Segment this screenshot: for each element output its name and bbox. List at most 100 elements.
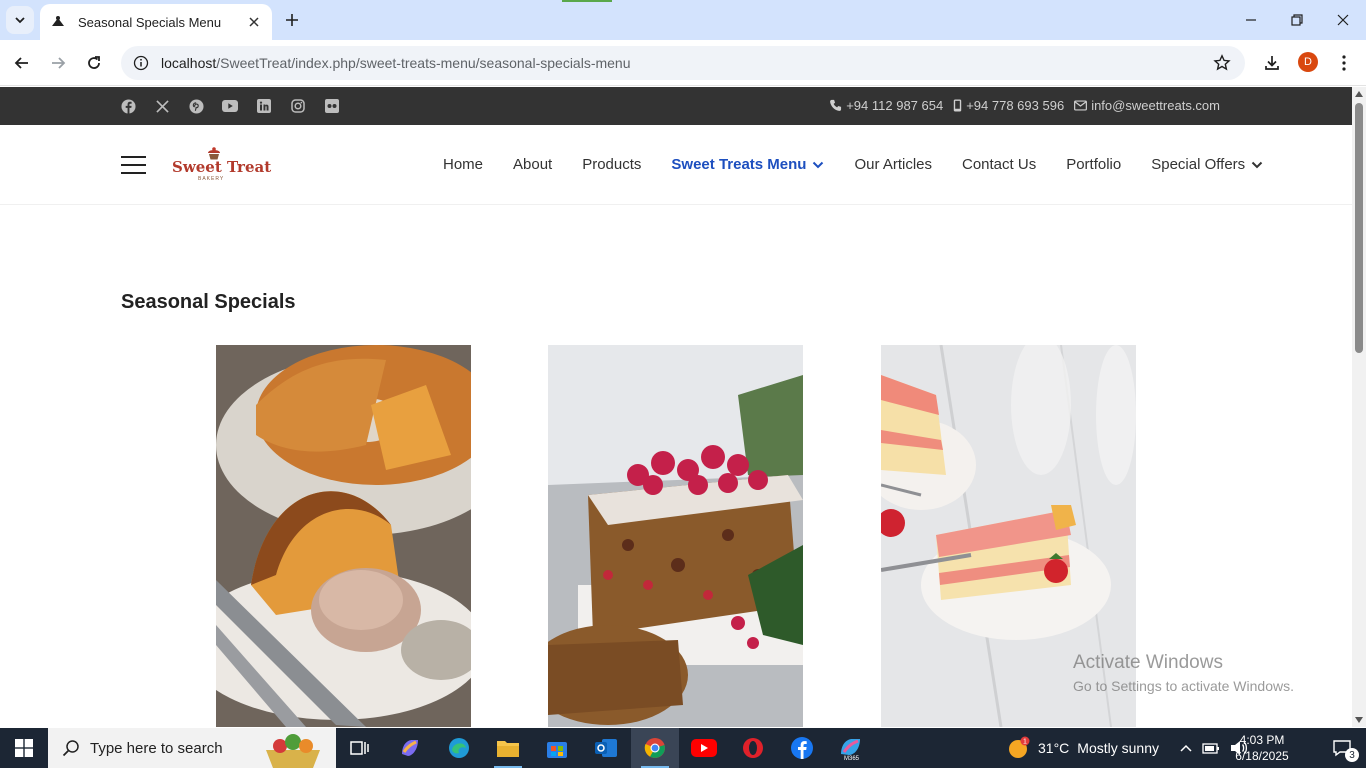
social-links bbox=[120, 98, 340, 114]
scroll-up-arrow-icon[interactable] bbox=[1355, 91, 1363, 97]
mobile-contact[interactable]: +94 778 693 596 bbox=[953, 98, 1064, 113]
reload-button[interactable] bbox=[80, 49, 108, 77]
mobile-number: +94 778 693 596 bbox=[966, 98, 1065, 113]
special-card-pumpkin-cake[interactable] bbox=[216, 345, 471, 727]
flickr-icon[interactable] bbox=[324, 98, 340, 114]
pinterest-icon[interactable] bbox=[188, 98, 204, 114]
minimize-button[interactable] bbox=[1228, 0, 1274, 40]
nav-menu-label: Sweet Treats Menu bbox=[671, 156, 807, 173]
envelope-icon bbox=[1074, 100, 1088, 111]
file-explorer-taskbar-button[interactable] bbox=[484, 728, 532, 768]
start-button[interactable] bbox=[0, 728, 48, 768]
store-taskbar-button[interactable] bbox=[533, 728, 581, 768]
mobile-icon bbox=[954, 99, 962, 112]
notification-center-button[interactable]: 3 bbox=[1318, 728, 1366, 768]
nav-portfolio-label: Portfolio bbox=[1066, 156, 1122, 173]
linkedin-icon[interactable] bbox=[256, 98, 272, 114]
address-bar[interactable]: localhost/SweetTreat/index.php/sweet-tre… bbox=[121, 46, 1245, 80]
page-scrollbar[interactable] bbox=[1352, 87, 1366, 727]
nav-articles-label: Our Articles bbox=[854, 156, 932, 173]
nav-products-label: Products bbox=[582, 156, 642, 173]
restore-button[interactable] bbox=[1274, 0, 1320, 40]
tab-search-button[interactable] bbox=[6, 6, 34, 34]
nav-item-about[interactable]: About bbox=[498, 156, 567, 173]
opera-taskbar-button[interactable] bbox=[729, 728, 777, 768]
taskbar-clock[interactable]: 4:03 PM 6/18/2025 bbox=[1222, 732, 1302, 764]
hamburger-menu-icon[interactable] bbox=[121, 156, 146, 174]
youtube-icon[interactable] bbox=[222, 98, 238, 114]
close-window-button[interactable] bbox=[1320, 0, 1366, 40]
youtube-taskbar-button[interactable] bbox=[680, 728, 728, 768]
watermark-title: Activate Windows bbox=[1073, 652, 1223, 673]
scrollbar-thumb[interactable] bbox=[1355, 103, 1363, 353]
new-tab-button[interactable] bbox=[280, 8, 304, 32]
fruit-cake-image bbox=[548, 345, 803, 727]
windows-logo-icon bbox=[15, 739, 33, 757]
logo-name: Sweet Treat bbox=[172, 158, 272, 176]
special-card-fruit-cake[interactable] bbox=[548, 345, 803, 727]
nav-item-home[interactable]: Home bbox=[428, 156, 498, 173]
profile-avatar[interactable]: D bbox=[1298, 52, 1318, 72]
reload-icon bbox=[88, 56, 100, 69]
sunny-weather-icon: 1 bbox=[1009, 736, 1030, 758]
edge-icon bbox=[449, 738, 469, 758]
svg-text:M365: M365 bbox=[844, 756, 860, 760]
scroll-down-arrow-icon[interactable] bbox=[1355, 717, 1363, 723]
url-path: /SweetTreat/index.php/sweet-treats-menu/… bbox=[216, 55, 631, 71]
close-icon bbox=[1337, 14, 1349, 26]
windows-taskbar: Type here to search M365 1 31°C Mostly s… bbox=[0, 728, 1366, 768]
task-view-button[interactable] bbox=[336, 728, 384, 768]
browser-tab[interactable]: Seasonal Specials Menu bbox=[40, 4, 272, 40]
edge-taskbar-button[interactable] bbox=[435, 728, 483, 768]
battery-icon[interactable] bbox=[1202, 741, 1220, 755]
chrome-taskbar-button[interactable] bbox=[631, 728, 679, 768]
site-logo[interactable]: Sweet Treat BAKERY bbox=[166, 145, 271, 185]
nav-offers-label: Special Offers bbox=[1151, 156, 1246, 173]
activate-windows-watermark: Activate Windows Go to Settings to activ… bbox=[1073, 652, 1294, 694]
notification-count-badge: 3 bbox=[1345, 748, 1359, 762]
weather-widget[interactable]: 1 31°C Mostly sunny bbox=[1006, 728, 1159, 768]
email-contact[interactable]: info@sweettreats.com bbox=[1074, 98, 1220, 113]
main-navigation: Home About Products Sweet Treats Menu Ou… bbox=[428, 156, 1278, 173]
chevron-down-icon bbox=[813, 161, 824, 168]
pumpkin-bundt-cake-image bbox=[216, 345, 471, 727]
nav-item-portfolio[interactable]: Portfolio bbox=[1051, 156, 1136, 173]
contact-info: +94 112 987 654 +94 778 693 596 info@swe… bbox=[829, 98, 1220, 113]
microsoft-365-icon: M365 bbox=[841, 739, 860, 760]
facebook-icon[interactable] bbox=[120, 98, 136, 114]
section-title: Seasonal Specials bbox=[121, 291, 296, 313]
copilot-taskbar-button[interactable] bbox=[386, 728, 434, 768]
tab-group-accent bbox=[562, 0, 612, 2]
x-icon[interactable] bbox=[154, 98, 170, 114]
instagram-icon[interactable] bbox=[290, 98, 306, 114]
nav-item-special-offers[interactable]: Special Offers bbox=[1136, 156, 1278, 173]
back-button[interactable] bbox=[8, 49, 36, 77]
nav-item-contact-us[interactable]: Contact Us bbox=[947, 156, 1051, 173]
m365-taskbar-button[interactable]: M365 bbox=[827, 728, 875, 768]
facebook-icon bbox=[791, 737, 813, 759]
site-info-icon[interactable] bbox=[133, 55, 149, 71]
outlook-taskbar-button[interactable] bbox=[582, 728, 630, 768]
downloads-button[interactable] bbox=[1258, 49, 1286, 77]
tab-close-icon[interactable] bbox=[246, 14, 262, 30]
bookmark-star-icon[interactable] bbox=[1213, 54, 1231, 77]
logo-subtitle: BAKERY bbox=[198, 176, 225, 182]
taskbar-search-box[interactable]: Type here to search bbox=[48, 728, 336, 768]
chevron-up-icon[interactable] bbox=[1180, 744, 1192, 752]
email-address: info@sweettreats.com bbox=[1091, 98, 1220, 113]
nav-item-sweet-treats-menu[interactable]: Sweet Treats Menu bbox=[656, 156, 839, 173]
arrow-right-icon bbox=[52, 57, 66, 69]
facebook-taskbar-button[interactable] bbox=[778, 728, 826, 768]
browser-menu-button[interactable] bbox=[1330, 49, 1358, 77]
nav-about-label: About bbox=[513, 156, 553, 173]
nav-item-products[interactable]: Products bbox=[567, 156, 656, 173]
forward-button[interactable] bbox=[44, 49, 72, 77]
phone-contact[interactable]: +94 112 987 654 bbox=[829, 98, 943, 113]
opera-icon bbox=[743, 738, 763, 758]
svg-text:1: 1 bbox=[1023, 739, 1027, 746]
weather-condition: Mostly sunny bbox=[1077, 740, 1159, 756]
folder-icon bbox=[497, 741, 519, 757]
nav-item-our-articles[interactable]: Our Articles bbox=[839, 156, 947, 173]
minimize-icon bbox=[1246, 19, 1256, 21]
chrome-icon bbox=[644, 738, 665, 758]
